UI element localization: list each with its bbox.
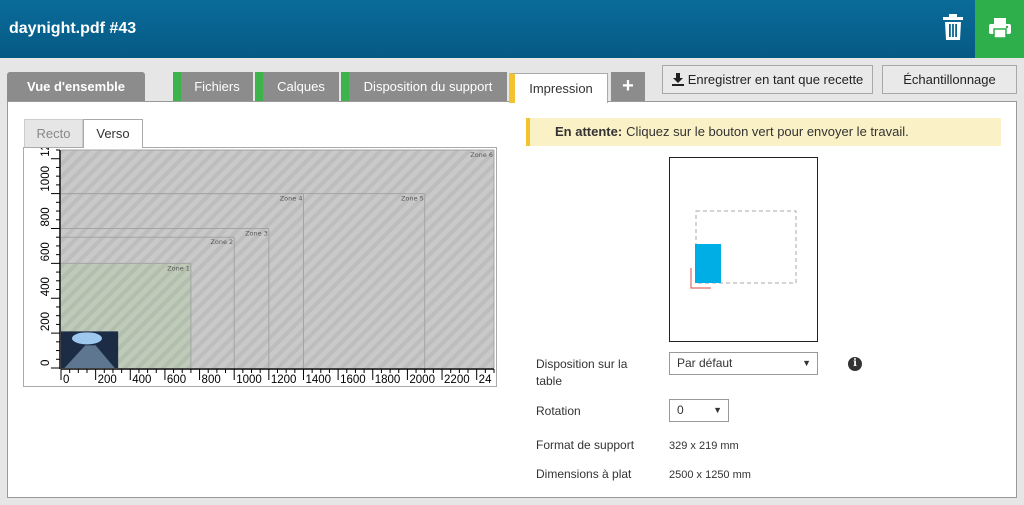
flat-dimensions-value: 2500 x 1250 mm bbox=[669, 469, 751, 481]
tab-recto[interactable]: Recto bbox=[24, 119, 83, 148]
zone-label: Zone 1 bbox=[167, 264, 190, 272]
preview-media bbox=[695, 244, 721, 283]
y-tick-label: 400 bbox=[40, 277, 52, 296]
thumbnail-sky bbox=[71, 332, 102, 345]
x-tick-label: 1600 bbox=[340, 374, 366, 386]
print-button[interactable] bbox=[975, 0, 1024, 58]
sampling-button[interactable]: Échantillonnage bbox=[882, 65, 1017, 94]
y-tick-label: 1200 bbox=[40, 148, 52, 157]
title-bar: daynight.pdf #43 bbox=[0, 0, 1024, 58]
save-recipe-button[interactable]: Enregistrer en tant que recette bbox=[662, 65, 873, 94]
info-icon[interactable]: i bbox=[848, 357, 862, 371]
y-tick-label: 600 bbox=[40, 242, 52, 261]
y-tick-label: 1000 bbox=[40, 166, 52, 192]
zone-label: Zone 3 bbox=[245, 229, 268, 237]
x-tick-label: 1200 bbox=[271, 374, 297, 386]
status-banner: En attente: Cliquez sur le bouton vert po… bbox=[526, 118, 1001, 146]
preview-svg bbox=[690, 210, 797, 289]
y-tick-label: 800 bbox=[40, 207, 52, 226]
x-tick-label: 1800 bbox=[375, 374, 401, 386]
x-tick-label: 400 bbox=[132, 374, 151, 386]
x-tick-label: 200 bbox=[98, 374, 117, 386]
download-icon bbox=[671, 73, 684, 86]
add-tab-button[interactable]: + bbox=[611, 72, 645, 101]
tab-media-layout[interactable]: Disposition du support bbox=[341, 72, 507, 101]
printer-icon bbox=[989, 18, 1011, 39]
y-tick-label: 0 bbox=[40, 360, 52, 366]
x-tick-label: 0 bbox=[63, 374, 69, 386]
window-title: daynight.pdf #43 bbox=[9, 20, 137, 37]
x-tick-label: 800 bbox=[202, 374, 221, 386]
x-tick-label: 600 bbox=[167, 374, 186, 386]
rotation-value: 0 bbox=[677, 403, 684, 417]
x-tick-label: 1400 bbox=[305, 374, 331, 386]
save-recipe-label: Enregistrer en tant que recette bbox=[687, 72, 864, 87]
delete-button[interactable] bbox=[941, 13, 965, 41]
tab-layers[interactable]: Calques bbox=[255, 72, 339, 101]
table-layout-select[interactable]: Par défaut ▼ bbox=[669, 352, 818, 375]
table-layout-chart: Zone 1 Zone 2 Zone 3 Zone 4 Zone 5 Zone 6 0 20… bbox=[23, 131, 497, 387]
x-tick-label: 24 bbox=[479, 374, 492, 386]
media-format-label: Format de support bbox=[536, 438, 635, 452]
y-tick-label: 200 bbox=[40, 312, 52, 331]
media-preview bbox=[669, 157, 818, 342]
x-tick-label: 2200 bbox=[444, 374, 470, 386]
rotation-select[interactable]: 0 ▼ bbox=[669, 399, 729, 422]
status-label: En attente: bbox=[555, 124, 623, 139]
status-message: Cliquez sur le bouton vert pour envoyer … bbox=[626, 124, 909, 139]
tab-verso[interactable]: Verso bbox=[83, 119, 143, 148]
x-tick-label: 2000 bbox=[409, 374, 435, 386]
table-layout-svg[interactable]: Zone 1 Zone 2 Zone 3 Zone 4 Zone 5 Zone 6 0 20… bbox=[24, 131, 496, 386]
x-tick-label: 1000 bbox=[236, 374, 262, 386]
trash-icon bbox=[943, 14, 963, 40]
rotation-label: Rotation bbox=[536, 404, 581, 418]
zone-label: Zone 6 bbox=[470, 151, 493, 159]
media-format-value: 329 x 219 mm bbox=[669, 440, 739, 452]
dropdown-arrow-icon: ▼ bbox=[802, 358, 811, 368]
zone-label: Zone 4 bbox=[280, 195, 303, 203]
artwork-thumbnail bbox=[61, 331, 119, 368]
dropdown-arrow-icon: ▼ bbox=[713, 405, 722, 415]
tab-overview[interactable]: Vue d'ensemble bbox=[7, 72, 145, 101]
zone-label: Zone 5 bbox=[401, 195, 424, 203]
tab-files[interactable]: Fichiers bbox=[173, 72, 253, 101]
table-layout-label: Disposition sur la table bbox=[536, 357, 628, 388]
zone-label: Zone 2 bbox=[210, 238, 233, 246]
table-layout-value: Par défaut bbox=[677, 356, 733, 370]
tab-print[interactable]: Impression bbox=[509, 73, 608, 103]
flat-dimensions-label: Dimensions à plat bbox=[536, 467, 632, 481]
